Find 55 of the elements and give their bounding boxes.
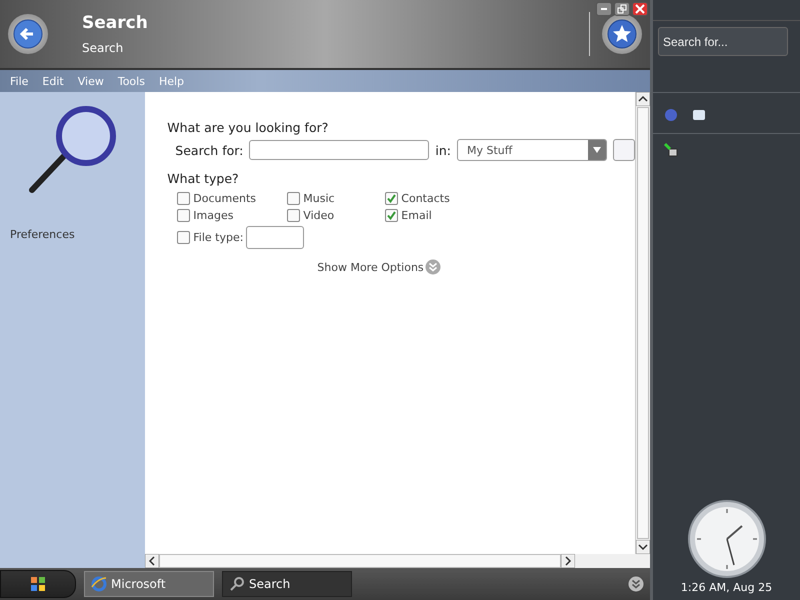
restore-button[interactable]	[614, 2, 630, 16]
checkbox-label: Music	[303, 192, 335, 205]
search-label: Search for:	[175, 142, 244, 158]
checkbox[interactable]	[385, 209, 398, 222]
favorites-button[interactable]	[602, 14, 642, 54]
scroll-left-icon[interactable]	[145, 554, 160, 568]
restore-icon	[617, 4, 627, 14]
show-more-options-link[interactable]: Show More Options	[317, 260, 424, 274]
checkbox-label: Contacts	[401, 192, 450, 205]
start-button[interactable]	[0, 570, 76, 598]
scroll-up-icon[interactable]	[636, 92, 650, 106]
windows-flag-icon	[30, 576, 46, 592]
menu-item[interactable]: Edit	[35, 74, 71, 88]
taskbar-button[interactable]: Microsoft	[84, 571, 214, 597]
checkbox-label: Documents	[193, 192, 256, 205]
checkbox-label: Email	[401, 209, 432, 222]
horizontal-scrollbar[interactable]	[145, 554, 650, 568]
search-field[interactable]	[249, 140, 430, 160]
checkbox[interactable]	[177, 209, 190, 222]
checkbox[interactable]	[177, 231, 190, 244]
search-icon	[229, 576, 245, 592]
section-heading: What are you looking for?	[167, 120, 330, 135]
clock-time: 1:26 AM, Aug 25	[680, 581, 772, 594]
file-type-field[interactable]	[246, 226, 304, 249]
section-heading: What type?	[167, 171, 240, 186]
expand-icon[interactable]	[424, 259, 441, 275]
close-icon	[635, 4, 645, 14]
checkbox-label: Video	[303, 209, 334, 222]
scroll-right-icon[interactable]	[561, 554, 576, 568]
checkbox[interactable]	[177, 192, 190, 205]
expand-icon[interactable]	[628, 576, 644, 592]
minimize-icon	[601, 8, 607, 10]
menu-item[interactable]: View	[70, 74, 111, 88]
scope-dropdown[interactable]: My Stuff	[457, 139, 607, 161]
menu-item[interactable]: File	[3, 74, 36, 88]
back-button[interactable]	[8, 14, 48, 54]
browser-icon	[91, 576, 107, 592]
close-button[interactable]	[632, 2, 648, 16]
minimize-button[interactable]	[596, 2, 612, 16]
checkbox[interactable]	[287, 209, 300, 222]
window-subtitle: Search	[82, 41, 124, 55]
window-title: Search	[82, 13, 149, 33]
search-button[interactable]	[613, 139, 635, 161]
checkbox-label: Images	[193, 209, 234, 222]
checkbox-label: File type:	[193, 231, 244, 244]
clock-icon	[686, 499, 766, 579]
preferences-link[interactable]: Preferences	[10, 228, 75, 241]
scroll-down-icon[interactable]	[636, 540, 650, 554]
scope-label: in:	[435, 142, 451, 158]
checkbox[interactable]	[385, 192, 398, 205]
menu-item[interactable]: Tools	[110, 74, 152, 88]
taskbar-button[interactable]: Search	[222, 571, 352, 597]
sidebar-search-field[interactable]: Search for...	[658, 27, 788, 56]
checkbox[interactable]	[287, 192, 300, 205]
vertical-scrollbar[interactable]	[635, 92, 650, 554]
